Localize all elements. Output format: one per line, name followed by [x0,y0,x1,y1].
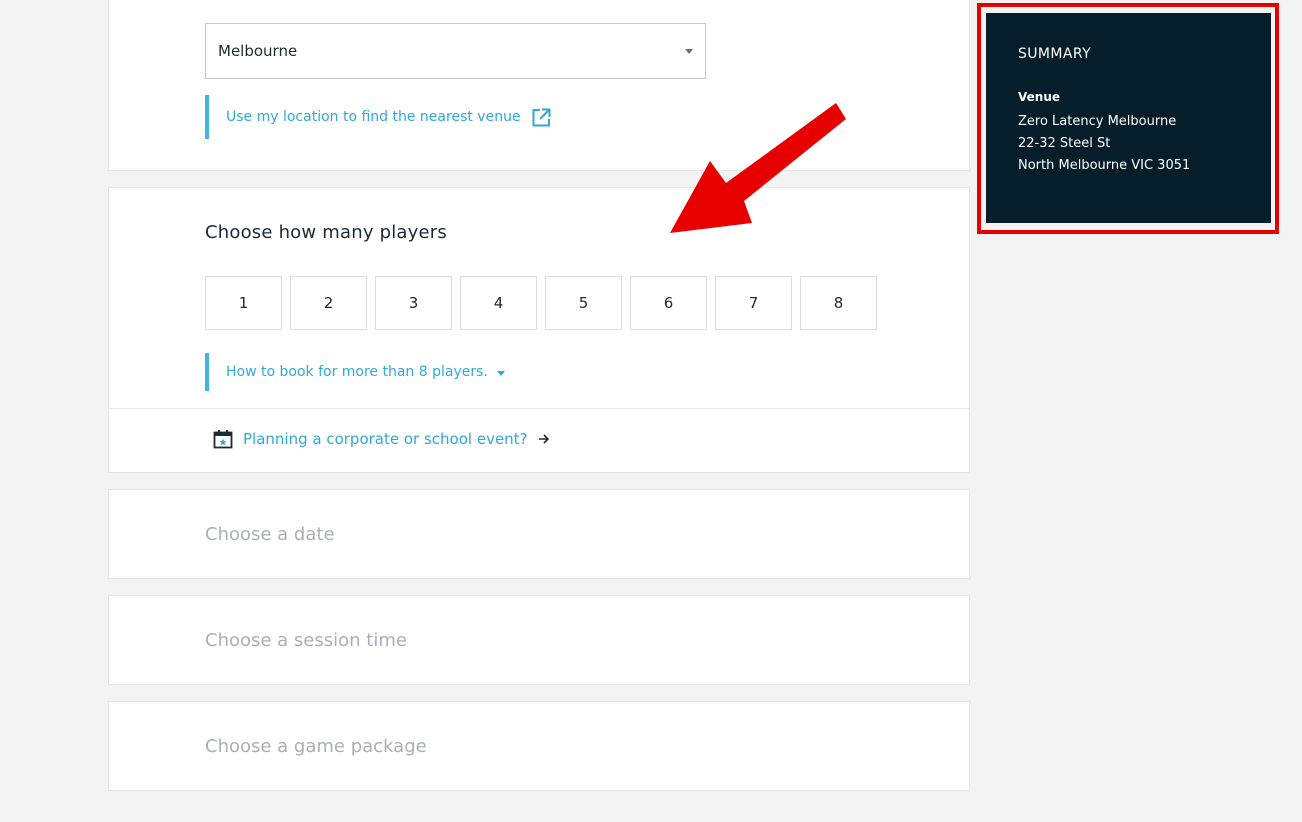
summary-venue-name: Zero Latency Melbourne [1018,114,1177,129]
player-count-2[interactable]: 2 [290,276,367,330]
corporate-event-label: Planning a corporate or school event? [243,430,528,448]
player-count-1[interactable]: 1 [205,276,282,330]
caret-down-icon [496,370,505,376]
player-count-6[interactable]: 6 [630,276,707,330]
players-section-title: Choose how many players [205,222,447,243]
date-section-title: Choose a date [205,524,335,545]
arrow-right-icon [538,434,549,444]
player-count-4[interactable]: 4 [460,276,537,330]
session-section-title: Choose a session time [205,630,407,651]
summary-address-line2: North Melbourne VIC 3051 [1018,158,1191,173]
annotation-arrow-icon [670,103,846,233]
use-location-link[interactable]: Use my location to find the nearest venu… [205,95,551,139]
calendar-icon [213,430,233,449]
city-select[interactable]: Melbourne [205,23,706,79]
city-select-value: Melbourne [218,42,298,60]
player-count-7[interactable]: 7 [715,276,792,330]
corporate-event-link[interactable]: Planning a corporate or school event? [213,429,550,449]
player-count-5[interactable]: 5 [545,276,622,330]
session-card[interactable]: Choose a session time [108,595,970,685]
package-section-title: Choose a game package [205,736,427,757]
package-card[interactable]: Choose a game package [108,701,970,791]
summary-panel: SUMMARY Venue Zero Latency Melbourne 22-… [986,13,1271,223]
player-count-options: 1 2 3 4 5 6 7 8 [205,276,885,330]
date-card[interactable]: Choose a date [108,489,970,579]
more-players-label: How to book for more than 8 players. [226,364,488,380]
summary-address-line1: 22-32 Steel St [1018,136,1111,151]
caret-down-icon [685,49,693,54]
summary-venue-label: Venue [1018,90,1060,104]
more-players-link[interactable]: How to book for more than 8 players. [205,353,505,391]
summary-heading: SUMMARY [1018,46,1092,62]
player-count-8[interactable]: 8 [800,276,877,330]
external-link-icon [532,108,551,126]
divider [109,408,969,409]
player-count-3[interactable]: 3 [375,276,452,330]
use-location-label: Use my location to find the nearest venu… [226,109,521,125]
